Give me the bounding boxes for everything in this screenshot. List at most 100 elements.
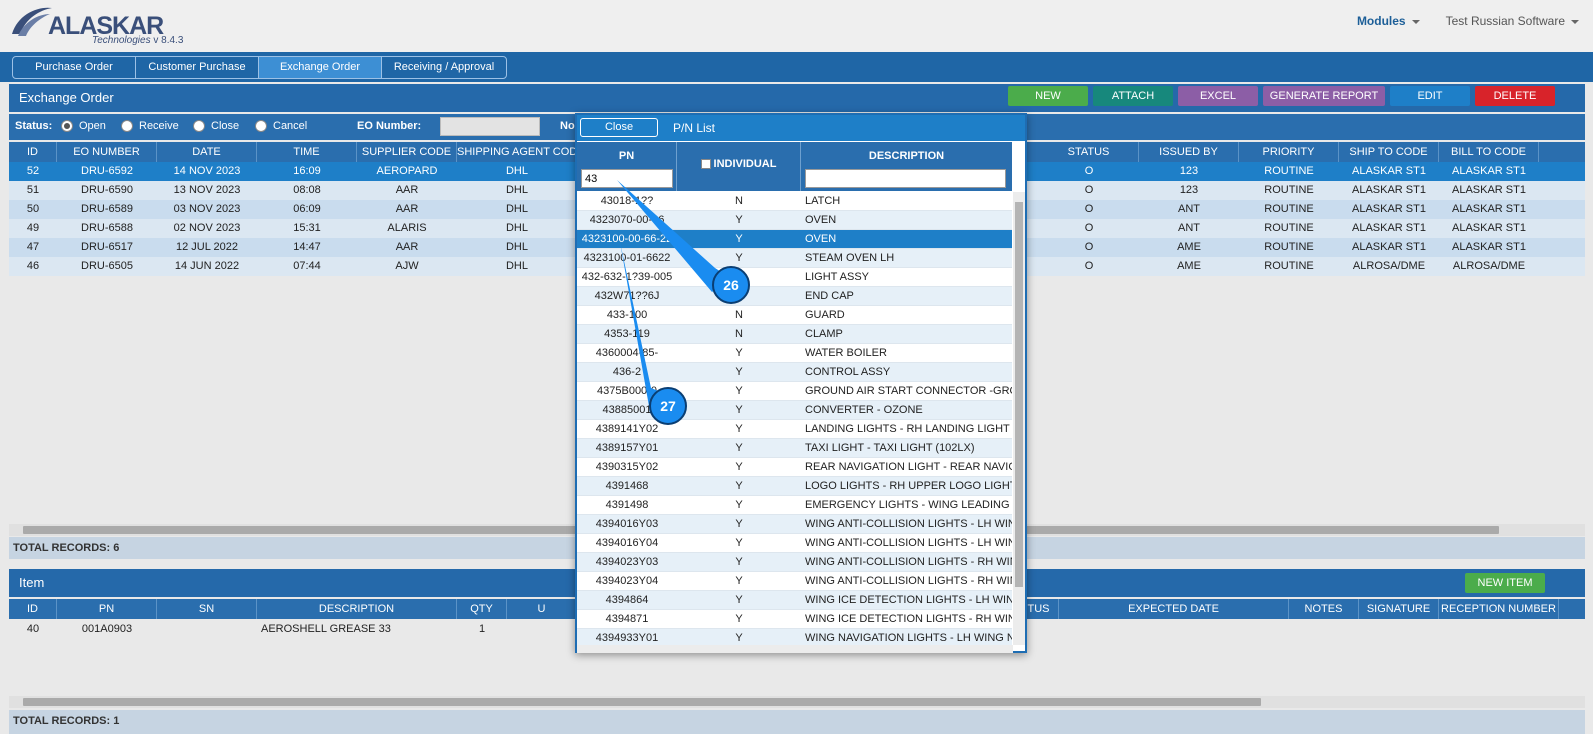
list-item[interactable]: 43885001 Y CONVERTER - OZONE	[577, 401, 1012, 420]
scroll-thumb[interactable]	[23, 698, 1261, 706]
pn-cell-ind: Y	[677, 344, 801, 363]
col-status[interactable]: STATUS	[1039, 142, 1139, 162]
chevron-down-icon	[1411, 19, 1420, 24]
pn-header-label[interactable]: PN	[577, 150, 676, 162]
item-col-description[interactable]: DESCRIPTION	[257, 599, 457, 619]
item-col-sn[interactable]: SN	[157, 599, 257, 619]
list-item[interactable]: 4323100-01-6622 Y STEAM OVEN LH	[577, 249, 1012, 268]
alaskar-logo[interactable]: ALASKAR Technologies v 8.4.3	[10, 4, 210, 48]
list-item[interactable]: 4389141Y02 Y LANDING LIGHTS - RH LANDING L…	[577, 420, 1012, 439]
item-col-id[interactable]: ID	[9, 599, 57, 619]
item-col-u[interactable]: U	[507, 599, 577, 619]
item-col-expected-date[interactable]: EXPECTED DATE	[1059, 599, 1289, 619]
cell-time: 16:09	[293, 165, 321, 177]
attach-button[interactable]: ATTACH	[1093, 86, 1173, 106]
item-col-reception-number[interactable]: RECEPTION NUMBER	[1439, 599, 1559, 619]
col-supplier-code[interactable]: SUPPLIER CODE	[357, 142, 457, 162]
radio-dot[interactable]	[121, 120, 133, 132]
list-item[interactable]: 4323070-00-66 Y OVEN	[577, 211, 1012, 230]
pn-cell-pn: 436-2	[577, 363, 677, 382]
description-header-label[interactable]: DESCRIPTION	[801, 150, 1012, 162]
list-item[interactable]: 43018-1?? N LATCH	[577, 192, 1012, 211]
col-priority[interactable]: PRIORITY	[1239, 142, 1339, 162]
list-item[interactable]: 4394023Y03 Y WING ANTI-COLLISION LIGHTS - …	[577, 553, 1012, 572]
new-button[interactable]: NEW	[1008, 86, 1088, 106]
pn-filter-input[interactable]	[581, 169, 673, 188]
cell-date: 12 JUL 2022	[176, 241, 238, 253]
pn-cell-ind: Y	[677, 439, 801, 458]
generate-report-button[interactable]: GENERATE REPORT	[1263, 86, 1385, 106]
cell-status: O	[1084, 241, 1094, 253]
tab-customer-purchase-order[interactable]: Customer Purchase Order	[136, 57, 259, 78]
list-item[interactable]: 4375B000-0 Y GROUND AIR START CONNECTOR -G…	[577, 382, 1012, 401]
scroll-thumb[interactable]	[1015, 202, 1023, 587]
col-id[interactable]: ID	[9, 142, 57, 162]
item-col-qty[interactable]: QTY	[457, 599, 507, 619]
list-item[interactable]: 4394864 Y WING ICE DETECTION LIGHTS - LH W…	[577, 591, 1012, 610]
list-item[interactable]: 4360004-85- Y WATER BOILER	[577, 344, 1012, 363]
item-col-notes[interactable]: NOTES	[1289, 599, 1359, 619]
individual-checkbox[interactable]	[700, 159, 711, 170]
col-shipping-agent[interactable]: SHIPPING AGENT CODE	[457, 142, 577, 162]
status-radio-close[interactable]: Close	[193, 120, 239, 132]
eo-number-input[interactable]	[440, 117, 540, 136]
individual-header[interactable]: INDIVIDUAL	[677, 158, 800, 170]
col-ship-to[interactable]: SHIP TO CODE	[1339, 142, 1439, 162]
pn-list-vertical-scrollbar[interactable]	[1013, 192, 1025, 645]
pn-cell-desc: LATCH	[801, 192, 1012, 211]
pn-cell-ind: Y	[677, 610, 801, 629]
tab-purchase-order[interactable]: Purchase Order	[13, 57, 136, 78]
status-radio-open[interactable]: Open	[61, 120, 106, 132]
excel-button[interactable]: EXCEL	[1178, 86, 1258, 106]
col-date[interactable]: DATE	[157, 142, 257, 162]
close-button[interactable]: Close	[580, 118, 658, 137]
list-item[interactable]: 4353-119 N CLAMP	[577, 325, 1012, 344]
description-filter-input[interactable]	[805, 169, 1006, 188]
list-item[interactable]: 4394933Y01 Y WING NAVIGATION LIGHTS - LH W…	[577, 629, 1012, 645]
cell-ship-to: ALASKAR ST1	[1352, 184, 1426, 196]
user-menu[interactable]: Test Russian Software	[1446, 14, 1579, 28]
radio-dot[interactable]	[193, 120, 205, 132]
list-item[interactable]: 432-632-1?39-005 Y LIGHT ASSY	[577, 268, 1012, 287]
radio-dot[interactable]	[61, 120, 73, 132]
radio-dot[interactable]	[255, 120, 267, 132]
status-radio-cancel[interactable]: Cancel	[255, 120, 307, 132]
delete-button[interactable]: DELETE	[1475, 86, 1555, 106]
cell-id: 40	[26, 623, 40, 635]
tab-receiving-approval[interactable]: Receiving / Approval	[382, 57, 506, 78]
list-item[interactable]: 4391468 Y LOGO LIGHTS - RH UPPER LOGO LIGH…	[577, 477, 1012, 496]
list-item[interactable]: 4389157Y01 Y TAXI LIGHT - TAXI LIGHT (102L…	[577, 439, 1012, 458]
list-item[interactable]: 436-2 Y CONTROL ASSY	[577, 363, 1012, 382]
item-horizontal-scrollbar[interactable]	[9, 696, 1585, 708]
modules-menu[interactable]: Modules	[1357, 14, 1420, 28]
new-item-button[interactable]: NEW ITEM	[1465, 573, 1545, 593]
pn-cell-pn: 4323070-00-66	[577, 211, 677, 230]
list-item[interactable]: 432W71??6J Y END CAP	[577, 287, 1012, 306]
list-item[interactable]: 4391498 Y EMERGENCY LIGHTS - WING LEADING …	[577, 496, 1012, 515]
col-bill-to[interactable]: BILL TO CODE	[1439, 142, 1539, 162]
action-buttons: NEW ATTACH EXCEL GENERATE REPORT EDIT DE…	[1008, 86, 1555, 106]
pn-cell-desc: OVEN	[801, 230, 1012, 249]
status-radio-receive[interactable]: Receive	[121, 120, 179, 132]
item-col-signature[interactable]: SIGNATURE	[1359, 599, 1439, 619]
list-item[interactable]: 4394023Y04 Y WING ANTI-COLLISION LIGHTS - …	[577, 572, 1012, 591]
pn-cell-desc: LANDING LIGHTS - RH LANDING LIGHT (R1	[801, 420, 1012, 439]
list-item[interactable]: 4394016Y04 Y WING ANTI-COLLISION LIGHTS - …	[577, 534, 1012, 553]
radio-label: Open	[79, 120, 106, 132]
list-item[interactable]: 433-100 N GUARD	[577, 306, 1012, 325]
tab-exchange-order[interactable]: Exchange Order	[259, 57, 382, 78]
item-col-pn[interactable]: PN	[57, 599, 157, 619]
pn-cell-pn: 4394016Y03	[577, 515, 677, 534]
list-item[interactable]: 4390315Y02 Y REAR NAVIGATION LIGHT - REAR …	[577, 458, 1012, 477]
col-eo-number[interactable]: EO NUMBER	[57, 142, 157, 162]
cell-time: 07:44	[293, 260, 321, 272]
list-item[interactable]: 4394871 Y WING ICE DETECTION LIGHTS - RH W…	[577, 610, 1012, 629]
pn-cell-pn: 432W71??6J	[577, 287, 677, 306]
pn-list-horizontal-scrollbar[interactable]	[577, 645, 1013, 653]
list-item[interactable]: 4323100-00-66-22 Y OVEN	[577, 230, 1012, 249]
edit-button[interactable]: EDIT	[1390, 86, 1470, 106]
pn-cell-ind: Y	[677, 211, 801, 230]
col-issued-by[interactable]: ISSUED BY	[1139, 142, 1239, 162]
col-time[interactable]: TIME	[257, 142, 357, 162]
list-item[interactable]: 4394016Y03 Y WING ANTI-COLLISION LIGHTS - …	[577, 515, 1012, 534]
